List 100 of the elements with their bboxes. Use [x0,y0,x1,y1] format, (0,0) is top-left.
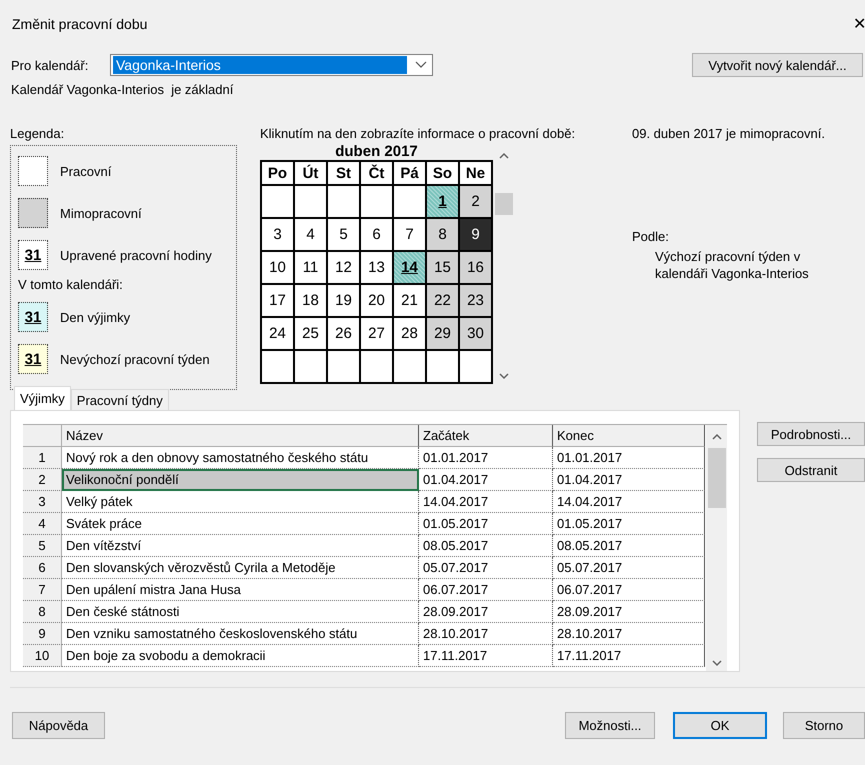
calendar-day[interactable]: 9 [460,219,491,250]
table-cell[interactable]: 14.04.2017 [553,491,705,513]
calendar-day[interactable]: 20 [361,285,392,316]
table-cell[interactable]: Den vzniku samostatného československého státu [62,623,419,645]
calendar-day[interactable]: 4 [295,219,326,250]
table-cell[interactable]: 06.07.2017 [419,579,553,601]
new-calendar-button[interactable]: Vytvořit nový kalendář... [692,53,863,77]
table-cell[interactable]: 01.05.2017 [419,513,553,535]
scrollbar-thumb[interactable] [495,193,513,215]
calendar-day[interactable]: 25 [295,318,326,349]
empty-day-cell[interactable] [262,186,293,217]
calendar-dropdown[interactable]: Vagonka-Interios [110,54,433,76]
column-header[interactable]: Začátek [419,425,553,447]
table-cell[interactable]: Den české státnosti [62,601,419,623]
scroll-up-icon[interactable] [499,152,509,159]
calendar-day[interactable]: 23 [460,285,491,316]
scroll-up-icon[interactable] [712,433,722,440]
cancel-button[interactable]: Storno [783,712,865,739]
calendar-day[interactable]: 7 [394,219,425,250]
calendar-day[interactable]: 24 [262,318,293,349]
calendar-day[interactable]: 26 [328,318,359,349]
basis-text: kalendáři Vagonka-Interios [654,266,810,283]
table-cell[interactable]: 01.04.2017 [419,469,553,491]
calendar-day[interactable]: 12 [328,252,359,283]
legend-swatch: 31 [18,344,48,374]
table-cell[interactable]: 28.10.2017 [419,623,553,645]
weekday-header: Ne [460,162,491,184]
empty-day-cell[interactable] [427,351,458,382]
calendar-day[interactable]: 28 [394,318,425,349]
calendar-day[interactable]: 2 [460,186,491,217]
table-cell[interactable]: Den upálení mistra Jana Husa [62,579,419,601]
table-cell[interactable]: 14.04.2017 [419,491,553,513]
table-cell[interactable]: Den slovanských věrozvěstů Cyrila a Metoděje [62,557,419,579]
table-cell[interactable]: 05.07.2017 [553,557,705,579]
calendar-day[interactable]: 22 [427,285,458,316]
table-cell[interactable]: 17.11.2017 [553,645,705,667]
table-cell[interactable]: 08.05.2017 [419,535,553,557]
calendar-day[interactable]: 15 [427,252,458,283]
table-cell[interactable]: Den boje za svobodu a demokracii [62,645,419,667]
calendar-day[interactable]: 18 [295,285,326,316]
calendar-day[interactable]: 10 [262,252,293,283]
side-button[interactable]: Odstranit [757,458,865,482]
table-cell[interactable]: 08.05.2017 [553,535,705,557]
table-cell[interactable]: 01.05.2017 [553,513,705,535]
row-number: 10 [23,645,62,667]
calendar-day[interactable]: 11 [295,252,326,283]
empty-day-cell[interactable] [328,186,359,217]
tab[interactable]: Pracovní týdny [70,389,169,410]
side-button[interactable]: Podrobnosti... [757,422,865,446]
column-header[interactable]: Název [62,425,419,447]
table-cell[interactable]: 01.04.2017 [553,469,705,491]
empty-day-cell[interactable] [262,351,293,382]
instruction-text: Kliknutím na den zobrazíte informace o pracovní době: [260,126,576,143]
calendar-day[interactable]: 30 [460,318,491,349]
calendar-day[interactable]: 14 [394,252,425,283]
calendar-day[interactable]: 17 [262,285,293,316]
calendar-day[interactable]: 3 [262,219,293,250]
calendar-day[interactable]: 1 [427,186,458,217]
scrollbar-thumb[interactable] [708,448,726,508]
table-cell[interactable]: Velikonoční pondělí [62,469,419,491]
calendar-day[interactable]: 13 [361,252,392,283]
table-cell[interactable]: 05.07.2017 [419,557,553,579]
tab[interactable]: Výjimky [14,386,71,410]
table-cell[interactable]: Svátek práce [62,513,419,535]
table-cell[interactable]: 28.09.2017 [553,601,705,623]
legend-label: Upravené pracovní hodiny [60,248,212,262]
empty-day-cell[interactable] [361,186,392,217]
scroll-down-icon[interactable] [712,660,722,667]
table-cell[interactable]: Den vítězství [62,535,419,557]
table-cell[interactable]: 17.11.2017 [419,645,553,667]
ok-button[interactable]: OK [673,712,767,739]
table-cell[interactable]: 01.01.2017 [553,447,705,469]
column-header[interactable]: Konec [553,425,705,447]
table-cell[interactable]: 28.09.2017 [419,601,553,623]
calendar-day[interactable]: 29 [427,318,458,349]
empty-day-cell[interactable] [361,351,392,382]
table-cell[interactable]: 06.07.2017 [553,579,705,601]
empty-day-cell[interactable] [394,186,425,217]
table-cell[interactable]: 28.10.2017 [553,623,705,645]
options-button[interactable]: Možnosti... [565,712,655,739]
empty-day-cell[interactable] [460,351,491,382]
calendar-day[interactable]: 16 [460,252,491,283]
table-cell[interactable]: Velký pátek [62,491,419,513]
close-button[interactable]: ✕ [853,14,865,34]
empty-day-cell[interactable] [394,351,425,382]
calendar-day[interactable]: 8 [427,219,458,250]
help-button[interactable]: Nápověda [12,712,105,739]
weekday-header: Pá [394,162,425,184]
calendar-day[interactable]: 27 [361,318,392,349]
row-number: 3 [23,491,62,513]
empty-day-cell[interactable] [328,351,359,382]
calendar-day[interactable]: 5 [328,219,359,250]
empty-day-cell[interactable] [295,186,326,217]
weekday-header: Út [295,162,326,184]
table-cell[interactable]: 01.01.2017 [419,447,553,469]
scroll-down-icon[interactable] [499,373,509,380]
calendar-day[interactable]: 6 [361,219,392,250]
calendar-day[interactable]: 19 [328,285,359,316]
empty-day-cell[interactable] [295,351,326,382]
calendar-day[interactable]: 21 [394,285,425,316]
